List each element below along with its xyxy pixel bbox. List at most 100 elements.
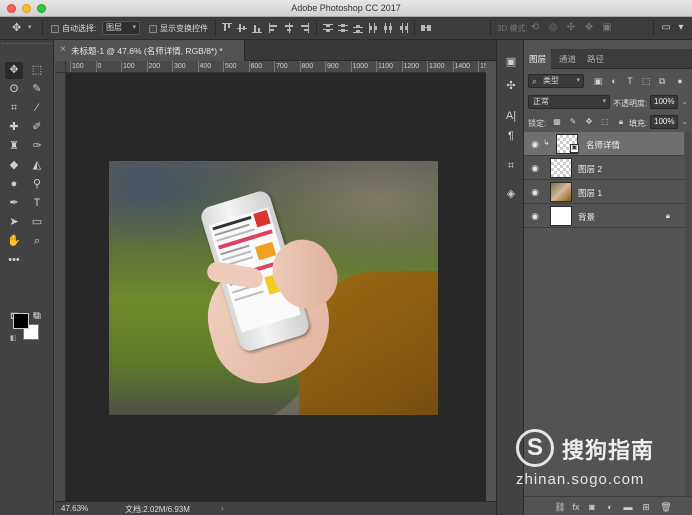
canvas-workspace[interactable] [66, 73, 486, 501]
eye-icon[interactable]: ◉ [530, 211, 540, 221]
zoom-level[interactable]: 47.63% [61, 504, 88, 513]
document-canvas-photo[interactable] [109, 161, 438, 415]
blend-mode-dropdown[interactable]: 正常 [528, 95, 610, 109]
document-size-info[interactable]: 文档:2.02M/6.93M [125, 504, 190, 515]
filter-adjustment-layers-icon[interactable]: ◐ [608, 75, 620, 87]
lock-transparent-pixels-icon[interactable]: ▦ [552, 117, 562, 127]
3d-pan-icon[interactable]: ✣ [565, 22, 577, 34]
lock-position-icon[interactable]: ✥ [584, 117, 594, 127]
eyedropper-tool-icon[interactable]: ⁄ [28, 100, 46, 117]
brush-tool-icon[interactable]: ✐ [28, 119, 46, 136]
hand-tool-icon[interactable]: ✋ [5, 233, 23, 250]
auto-select-dropdown[interactable]: 图层 [102, 21, 140, 35]
lock-artboard-icon[interactable]: ⬚ [600, 117, 610, 127]
3d-slide-icon[interactable]: ✥ [583, 22, 595, 34]
default-colors-icon[interactable]: ◧ [10, 334, 17, 342]
layer-filter-kind-dropdown[interactable]: 类型 [528, 74, 584, 88]
auto-align-layers-icon[interactable] [421, 23, 431, 33]
path-selection-tool-icon[interactable]: ➤ [5, 214, 23, 231]
align-vertical-center-icon[interactable] [237, 23, 247, 33]
distribute-right-icon[interactable] [398, 23, 408, 33]
quick-selection-tool-icon[interactable]: ✎ [28, 81, 46, 98]
fill-field[interactable]: 100% [650, 115, 688, 129]
layer-row-name-detail[interactable]: ◉ ↳ ▣ 名师详情 [524, 132, 684, 156]
eye-icon[interactable]: ◉ [530, 139, 540, 149]
pen-tool-icon[interactable]: ✒ [5, 195, 23, 212]
align-right-icon[interactable] [299, 23, 309, 33]
3d-scale-icon[interactable]: ▣ [601, 22, 613, 34]
align-bottom-icon[interactable] [252, 23, 262, 33]
workspace-switcher-icon[interactable]: ▭ [660, 22, 672, 34]
tab-layers[interactable]: 图层 [524, 49, 552, 69]
tab-paths[interactable]: 路径 [582, 49, 609, 69]
align-top-icon[interactable] [222, 23, 232, 33]
paragraph-panel-icon[interactable]: ¶ [503, 128, 519, 144]
move-tool-icon[interactable]: ✥ [12, 22, 24, 34]
healing-brush-tool-icon[interactable]: ✚ [5, 119, 23, 136]
clone-stamp-tool-icon[interactable]: ♜ [5, 138, 23, 155]
layer-row-background[interactable]: ◉ 背景 🔒︎ [524, 204, 684, 228]
panel-grip[interactable] [2, 43, 52, 47]
document-tab[interactable]: × 未标题-1 @ 47.6% (名师详情, RGB/8*) * [55, 40, 245, 61]
layers-stack-icon[interactable]: ◈ [503, 186, 519, 202]
actions-panel-icon[interactable]: ✣ [503, 78, 519, 94]
new-adjustment-layer-icon[interactable]: ◐ [604, 501, 616, 513]
ruler-origin[interactable] [55, 61, 66, 73]
filter-shape-layers-icon[interactable]: ⬚ [640, 75, 652, 87]
lasso-tool-icon[interactable]: ʘ [5, 81, 23, 98]
workspace-caret-icon[interactable]: ▾ [675, 22, 687, 34]
dodge-tool-icon[interactable]: ⚲ [28, 176, 46, 193]
vertical-ruler[interactable] [55, 73, 66, 501]
history-brush-tool-icon[interactable]: ✑ [28, 138, 46, 155]
new-group-icon[interactable]: ▬ [622, 501, 634, 513]
type-tool-icon[interactable]: T [28, 195, 46, 212]
distribute-vertical-center-icon[interactable] [338, 23, 348, 33]
filter-type-layers-icon[interactable]: T [624, 75, 636, 87]
paint-bucket-tool-icon[interactable]: ◭ [28, 157, 46, 174]
rectangular-marquee-tool-icon[interactable]: ⬚ [28, 62, 46, 79]
delete-layer-icon[interactable]: 🗑︎ [660, 501, 672, 513]
3d-roll-icon[interactable]: ◎ [547, 22, 559, 34]
status-menu-arrow-icon[interactable]: › [221, 504, 224, 513]
show-transform-checkbox[interactable] [149, 25, 157, 33]
lock-all-icon[interactable]: 🔒︎ [616, 117, 626, 127]
lock-image-pixels-icon[interactable]: ✎ [568, 117, 578, 127]
blur-tool-icon[interactable]: ● [5, 176, 23, 193]
align-left-icon[interactable] [269, 23, 279, 33]
align-horizontal-center-icon[interactable] [284, 23, 294, 33]
opacity-field[interactable]: 100% [650, 95, 688, 109]
move-tool-icon[interactable]: ✥ [5, 62, 23, 79]
character-panel-icon[interactable]: A| [503, 108, 519, 124]
screen-mode-icon[interactable]: ⧉ [28, 308, 46, 325]
distribute-top-icon[interactable] [323, 23, 333, 33]
tool-preset-caret-icon[interactable]: ▾ [28, 23, 32, 31]
crop-panel-icon[interactable]: ⌗ [503, 158, 519, 174]
tab-channels[interactable]: 通道 [554, 49, 581, 69]
distribute-horizontal-center-icon[interactable] [383, 23, 393, 33]
eraser-tool-icon[interactable]: ◆ [5, 157, 23, 174]
auto-select-checkbox[interactable] [51, 25, 59, 33]
edit-toolbar-icon[interactable]: ••• [5, 252, 23, 269]
add-layer-style-icon[interactable]: fx [570, 501, 582, 513]
ruler-tick [121, 61, 122, 72]
filter-toggle-icon[interactable]: ● [674, 75, 686, 87]
layer-row-layer-1[interactable]: ◉ 图层 1 [524, 180, 684, 204]
filter-pixel-layers-icon[interactable]: ▣ [592, 75, 604, 87]
3d-orbit-icon[interactable]: ⟲ [529, 22, 541, 34]
eye-icon[interactable]: ◉ [530, 163, 540, 173]
rectangle-tool-icon[interactable]: ▭ [28, 214, 46, 231]
new-layer-icon[interactable]: ⊞ [640, 501, 652, 513]
layer-row-layer-2[interactable]: ◉ 图层 2 [524, 156, 684, 180]
zoom-tool-icon[interactable]: ⌕ [28, 233, 46, 250]
history-panel-icon[interactable]: ▣ [503, 54, 519, 70]
distribute-bottom-icon[interactable] [353, 23, 363, 33]
foreground-color-swatch[interactable] [13, 313, 29, 329]
filter-smart-objects-icon[interactable]: ⧉ [656, 75, 668, 87]
distribute-left-icon[interactable] [368, 23, 378, 33]
horizontal-ruler[interactable]: 100 0 100 200 300 400 500 600 700 800 900 1000 1100 1… [66, 61, 486, 73]
crop-tool-icon[interactable]: ⌗ [5, 100, 23, 117]
link-layers-icon[interactable]: ⛓ [554, 501, 566, 513]
add-layer-mask-icon[interactable]: ◙ [586, 501, 598, 513]
eye-icon[interactable]: ◉ [530, 187, 540, 197]
close-tab-icon[interactable]: × [60, 44, 66, 55]
